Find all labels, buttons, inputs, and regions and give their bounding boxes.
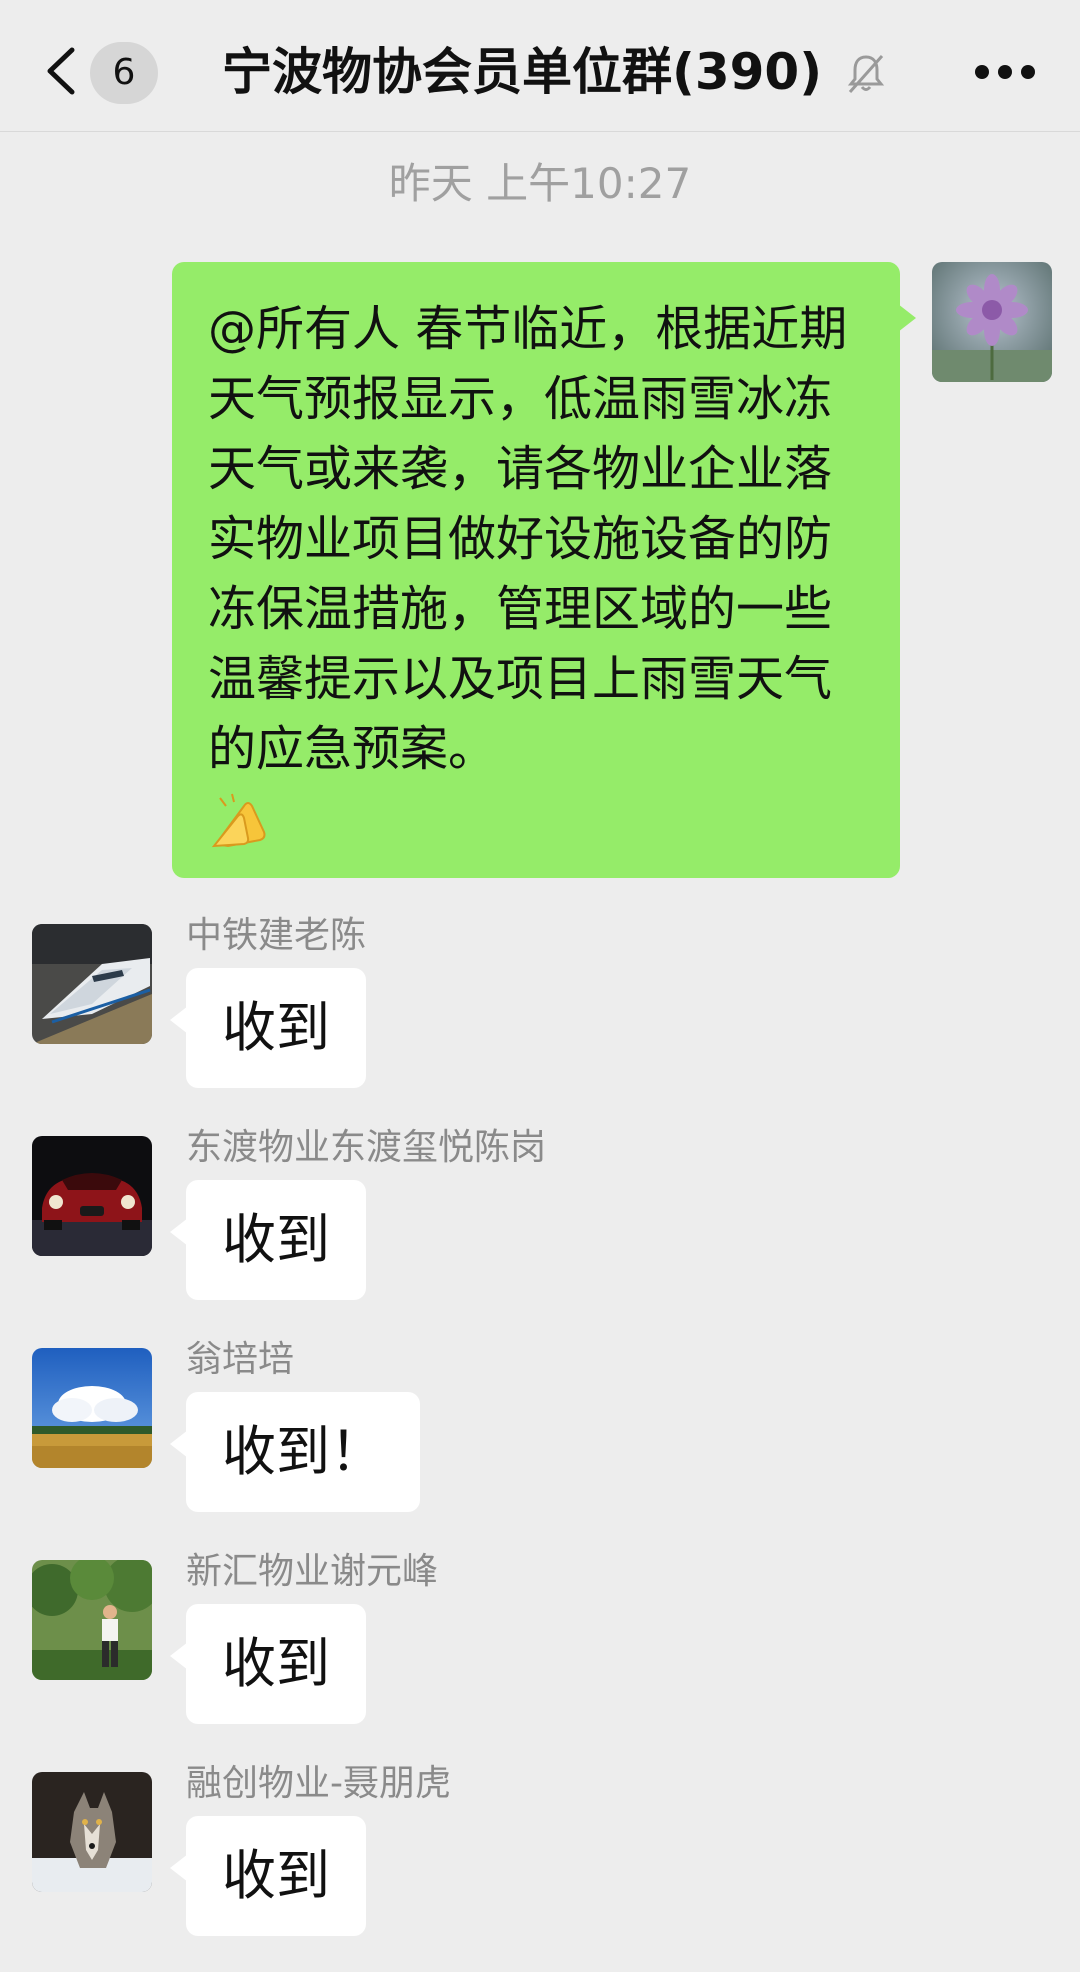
message-text: 收到 [222, 1632, 330, 1695]
incoming-message-bubble[interactable]: 收到 [170, 1816, 366, 1936]
unread-count-badge[interactable]: 6 [90, 42, 158, 104]
my-avatar[interactable] [932, 262, 1052, 382]
sender-name: 融创物业-聂朋虎 [186, 1763, 451, 1804]
message-text: 收到 [222, 1208, 330, 1271]
chat-header: 6 宁波物协会员单位群(390) [0, 0, 1080, 132]
sender-name: 新汇物业谢元峰 [186, 1551, 439, 1592]
outgoing-message-text: @所有人 春节临近，根据近期天气预报显示，低温雨雪冰冻天气或来袭，请各物业企业落… [208, 301, 848, 777]
chat-title: 宁波物协会员单位群(390) [222, 43, 823, 101]
message-timestamp: 昨天 上午10:27 [388, 159, 692, 208]
sender-name: 中铁建老陈 [186, 915, 367, 956]
avatar-sender-2[interactable] [32, 1136, 152, 1256]
mute-bell-icon [847, 55, 885, 93]
avatar-sender-5[interactable] [32, 1772, 152, 1892]
sender-name: 翁培培 [186, 1339, 295, 1380]
sender-name: 东渡物业东渡玺悦陈岗 [186, 1127, 547, 1168]
message-text: 收到 [222, 1844, 330, 1907]
message-text: 收到 [222, 996, 330, 1059]
more-options-icon[interactable] [972, 62, 1038, 82]
avatar-sender-3[interactable] [32, 1348, 152, 1468]
message-text: 收到！ [222, 1420, 384, 1483]
back-chevron-icon[interactable] [42, 46, 82, 96]
incoming-message-bubble[interactable]: 收到！ [170, 1392, 420, 1512]
avatar-sender-1[interactable] [32, 924, 152, 1044]
outgoing-message-bubble[interactable]: @所有人 春节临近，根据近期天气预报显示，低温雨雪冰冻天气或来袭，请各物业企业落… [172, 262, 916, 878]
avatar-sender-4[interactable] [32, 1560, 152, 1680]
folded-hands-emoji-icon [211, 793, 266, 848]
incoming-message-bubble[interactable]: 收到 [170, 1180, 366, 1300]
incoming-message-bubble[interactable]: 收到 [170, 1604, 366, 1724]
incoming-message-bubble[interactable]: 收到 [170, 968, 366, 1088]
